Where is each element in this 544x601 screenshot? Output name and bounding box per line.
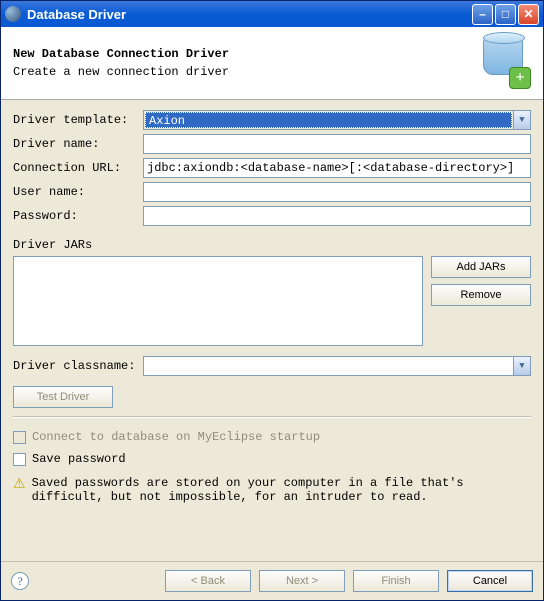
connect-on-startup-row: Connect to database on MyEclipse startup [13, 430, 531, 444]
remove-jar-button[interactable]: Remove [431, 284, 531, 306]
chevron-down-icon[interactable]: ▼ [513, 111, 530, 129]
minimize-button[interactable]: – [472, 4, 493, 25]
connection-url-input[interactable] [143, 158, 531, 178]
chevron-down-icon[interactable]: ▼ [513, 357, 530, 375]
help-icon[interactable]: ? [11, 572, 29, 590]
maximize-button[interactable]: □ [495, 4, 516, 25]
warning-row: Saved passwords are stored on your compu… [13, 476, 531, 504]
driver-template-value: Axion [145, 112, 512, 128]
warning-icon [13, 476, 26, 493]
cancel-button[interactable]: Cancel [447, 570, 533, 592]
wizard-footer: ? < Back Next > Finish Cancel [1, 561, 543, 600]
header-subtitle: Create a new connection driver [13, 65, 475, 79]
separator [13, 416, 531, 418]
driver-jars-list[interactable] [13, 256, 423, 346]
driver-jars-label: Driver JARs [13, 238, 531, 252]
driver-classname-value [144, 357, 513, 375]
connect-on-startup-checkbox [13, 431, 26, 444]
driver-classname-combo[interactable]: ▼ [143, 356, 531, 376]
header-title: New Database Connection Driver [13, 47, 475, 61]
warning-text: Saved passwords are stored on your compu… [32, 476, 531, 504]
save-password-row[interactable]: Save password [13, 452, 531, 466]
wizard-header: New Database Connection Driver Create a … [1, 27, 543, 100]
add-jars-button[interactable]: Add JARs [431, 256, 531, 278]
next-button: Next > [259, 570, 345, 592]
user-name-label: User name: [13, 185, 143, 199]
driver-classname-label: Driver classname: [13, 359, 143, 373]
connect-on-startup-label: Connect to database on MyEclipse startup [32, 430, 320, 444]
save-password-checkbox[interactable] [13, 453, 26, 466]
connection-url-label: Connection URL: [13, 161, 143, 175]
driver-template-combo[interactable]: Axion ▼ [143, 110, 531, 130]
test-driver-button: Test Driver [13, 386, 113, 408]
back-button: < Back [165, 570, 251, 592]
user-name-input[interactable] [143, 182, 531, 202]
database-new-icon: + [475, 35, 531, 91]
driver-name-input[interactable] [143, 134, 531, 154]
password-input[interactable] [143, 206, 531, 226]
wizard-window: Database Driver – □ ✕ New Database Conne… [0, 0, 544, 601]
close-button[interactable]: ✕ [518, 4, 539, 25]
save-password-label: Save password [32, 452, 126, 466]
finish-button: Finish [353, 570, 439, 592]
title-bar[interactable]: Database Driver – □ ✕ [1, 1, 543, 27]
wizard-content: Driver template: Axion ▼ Driver name: Co… [1, 100, 543, 561]
app-icon [5, 6, 21, 22]
driver-name-label: Driver name: [13, 137, 143, 151]
window-title: Database Driver [27, 7, 470, 22]
driver-template-label: Driver template: [13, 113, 143, 127]
password-label: Password: [13, 209, 143, 223]
